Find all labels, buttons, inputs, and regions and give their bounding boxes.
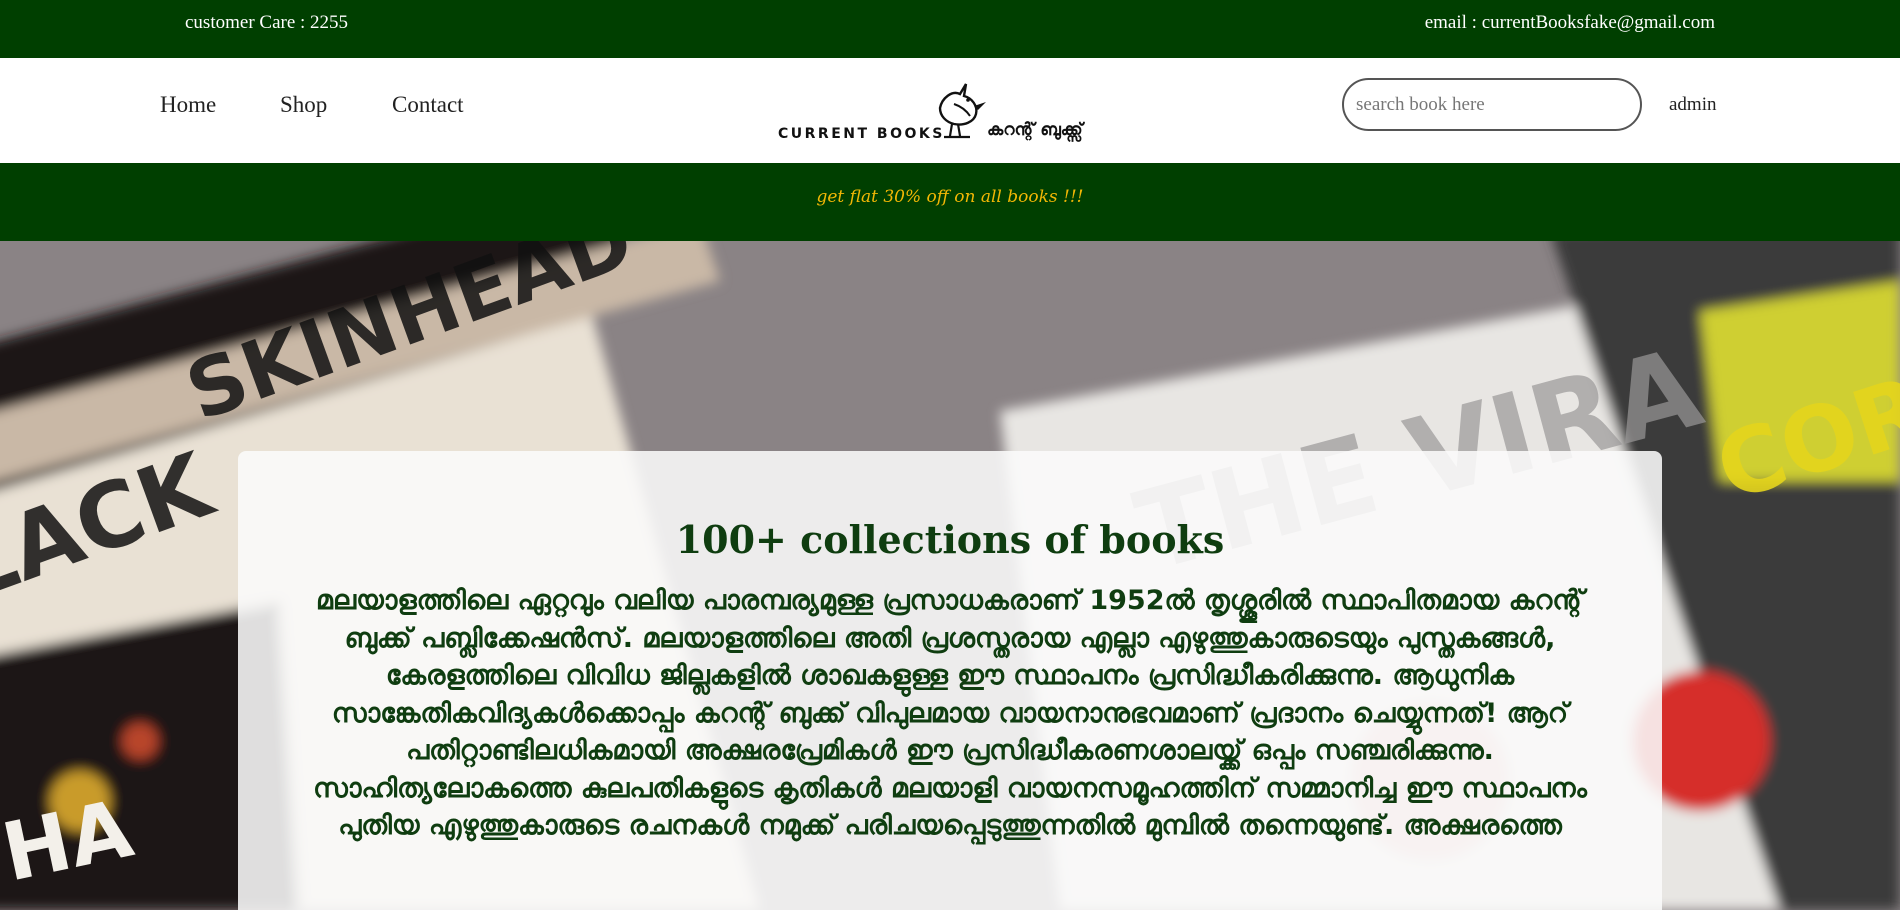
navbar: Home Shop Contact CURRENT BOOKS കറന്റ് ബ…	[0, 58, 1900, 163]
nav-link-shop[interactable]: Shop	[280, 92, 327, 118]
admin-link[interactable]: admin	[1669, 94, 1717, 116]
contact-email-text: email : currentBooksfake@gmail.com	[1424, 12, 1715, 33]
hero-title: 100+ collections of books	[675, 517, 1225, 562]
nav-link-home[interactable]: Home	[160, 92, 216, 118]
customer-care-text: customer Care : 2255	[185, 12, 349, 33]
hero-description: മലയാളത്തിലെ ഏറ്റവും വലിയ പാരമ്പര്യമുള്ള …	[313, 585, 1587, 841]
bird-logo-icon	[938, 83, 986, 139]
logo-malayalam-text: കറന്റ് ബുക്ക്സ്	[987, 120, 1083, 140]
promo-banner: get flat 30% off on all books !!!	[0, 163, 1900, 241]
search-input[interactable]	[1342, 78, 1642, 131]
hero-section: SKINHEAD LACK THE VIRA COR HA 100+ colle…	[0, 241, 1900, 910]
hero-info-card: 100+ collections of books മലയാളത്തിലെ ഏറ…	[238, 451, 1662, 910]
top-info-bar: customer Care : 2255 email : currentBook…	[0, 0, 1900, 58]
logo-english-text: CURRENT BOOKS	[778, 126, 945, 142]
promo-text: get flat 30% off on all books !!!	[816, 187, 1084, 207]
nav-link-contact[interactable]: Contact	[392, 92, 464, 118]
current-books-logo[interactable]: CURRENT BOOKS കറന്റ് ബുക്ക്സ്	[775, 78, 1125, 153]
